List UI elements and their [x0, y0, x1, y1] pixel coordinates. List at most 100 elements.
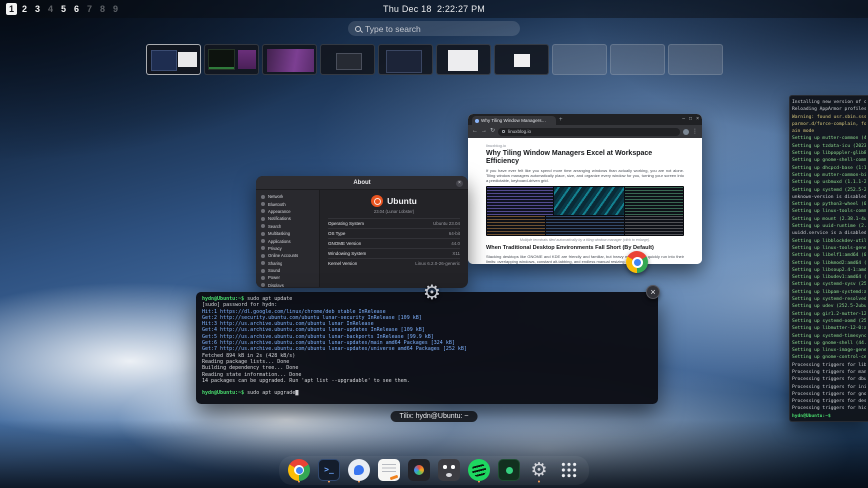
terminal-line: Setting up linux-tools-common (6.2.0-27	[792, 208, 866, 215]
workspace-number[interactable]: 2	[19, 3, 30, 15]
terminal-line: Setting up libsoup2.4-1:amd64 (2.74.3-	[792, 267, 866, 274]
back-icon[interactable]	[472, 125, 478, 138]
workspace-indicator: 1 2 3 4 5 6 7 8 9	[0, 3, 121, 15]
reload-icon[interactable]	[490, 125, 495, 138]
article-paragraph: Stacking desktops like GNOME and KDE are…	[486, 254, 684, 264]
terminal-line: Setting up gnome-control-center (1:44.	[792, 354, 866, 361]
dock-item[interactable]	[437, 459, 461, 485]
article-heading: Why Tiling Window Managers Excel at Work…	[486, 150, 684, 166]
chrome-icon	[288, 459, 310, 481]
workspace-number[interactable]: 9	[110, 3, 121, 15]
workspace-thumbnail[interactable]	[378, 44, 433, 75]
about-row: Windowing System X11	[328, 248, 460, 258]
settings-window[interactable]: About Network Bluetooth	[256, 176, 468, 288]
url-text: linuxblog.io	[508, 129, 531, 134]
dock-item[interactable]	[407, 459, 431, 485]
settings-sidebar-item[interactable]: Multitasking	[256, 230, 319, 237]
close-icon[interactable]	[696, 115, 699, 123]
settings-sidebar-item[interactable]: Appearance	[256, 208, 319, 215]
category-icon	[261, 202, 265, 206]
close-icon[interactable]	[456, 180, 463, 187]
browser-window[interactable]: Why Tiling Window Managers… + linuxblog.…	[468, 114, 702, 264]
tab-title: Why Tiling Window Managers…	[481, 118, 546, 123]
workspace-number[interactable]: 5	[58, 3, 69, 15]
dock-item[interactable]	[497, 459, 521, 485]
tilix-terminal-window[interactable]: hydn@Ubuntu:~$ sudo apt update [sudo] pa…	[196, 292, 658, 404]
terminal-line: parmor.d/force-complain, forcing compl	[792, 121, 866, 128]
workspace-thumbnail[interactable]	[262, 44, 317, 75]
minimize-icon[interactable]	[682, 115, 685, 123]
terminal-window-right[interactable]: Installing new version of config file /e…	[789, 95, 868, 422]
clock[interactable]: Thu Dec 18 2:22:27 PM	[383, 4, 485, 14]
window-title-caption: Tilix: hydn@Ubuntu: ~	[391, 411, 478, 422]
dock-item[interactable]	[287, 459, 311, 485]
settings-sidebar-item[interactable]: Notifications	[256, 215, 319, 222]
settings-sidebar-item[interactable]: Network	[256, 193, 319, 200]
workspace-number[interactable]: 6	[71, 3, 82, 15]
terminal-line: Setting up libudev1:amd64 (252.5-2ubu	[792, 274, 866, 281]
new-tab-button[interactable]: +	[559, 116, 563, 125]
category-icon	[261, 232, 265, 236]
greenapp-icon	[498, 459, 520, 481]
image-pane	[625, 187, 683, 215]
category-icon	[261, 261, 265, 265]
dock-item[interactable]	[347, 459, 371, 485]
dock-item[interactable]	[557, 459, 581, 485]
forward-icon[interactable]	[481, 125, 487, 138]
workspace-thumbnail[interactable]	[146, 44, 201, 75]
menu-icon[interactable]	[692, 128, 698, 135]
terminal-line: Setting up libpam-systemd:amd64 (252.	[792, 289, 866, 296]
settings-sidebar-item[interactable]: Sound	[256, 267, 319, 274]
settings-sidebar-item[interactable]: Power	[256, 274, 319, 281]
top-bar: 1 2 3 4 5 6 7 8 9 Thu Dec 18 2:22:27 PM	[0, 0, 868, 18]
search-icon	[355, 26, 361, 32]
terminal-line: Setting up systemd-timesyncd (252.5-2	[792, 333, 866, 340]
workspace-number[interactable]: 7	[84, 3, 95, 15]
profile-avatar[interactable]	[683, 129, 689, 135]
workspace-thumbnail[interactable]	[668, 44, 723, 75]
workspace-thumbnail[interactable]	[320, 44, 375, 75]
settings-sidebar-item[interactable]: Search	[256, 223, 319, 230]
about-row: Operating System Ubuntu 23.04	[328, 218, 460, 228]
search-input[interactable]	[365, 24, 513, 34]
settings-sidebar-item[interactable]: Displays	[256, 282, 319, 287]
workspace-number[interactable]: 4	[45, 3, 56, 15]
terminal-line: Processing triggers for desktop-file-ut	[792, 398, 866, 405]
terminal-line: Processing triggers for hicolor-icon-th	[792, 405, 866, 412]
maximize-icon[interactable]	[689, 115, 692, 123]
settings-sidebar-item[interactable]: Applications	[256, 237, 319, 244]
image-pane	[546, 216, 624, 235]
settings-sidebar-item[interactable]: Bluetooth	[256, 200, 319, 207]
address-bar[interactable]: linuxblog.io	[498, 128, 680, 136]
gimp-icon	[438, 459, 460, 481]
browser-tab[interactable]: Why Tiling Window Managers…	[472, 116, 556, 125]
dock-item[interactable]	[317, 459, 341, 485]
workspace-number[interactable]: 1	[6, 3, 17, 15]
workspace-thumbnail[interactable]	[436, 44, 491, 75]
article-image[interactable]	[486, 186, 684, 236]
workspace-thumbnail[interactable]	[204, 44, 259, 75]
dock-item[interactable]	[527, 459, 551, 485]
dock-item[interactable]	[467, 459, 491, 485]
dock-item[interactable]	[377, 459, 401, 485]
settings-sidebar-item[interactable]: Sharing	[256, 260, 319, 267]
terminal-line: Processing triggers for man-db (2.11.2-	[792, 369, 866, 376]
workspace-thumbnail[interactable]	[494, 44, 549, 75]
terminal-line: Setting up libblockdev-utils2:amd64 (2.	[792, 238, 866, 245]
window-controls	[682, 115, 699, 123]
image-pane	[625, 216, 683, 235]
search-bar[interactable]	[348, 21, 520, 36]
spotify-icon	[468, 459, 490, 481]
distro-name: Ubuntu	[387, 196, 417, 206]
settings-sidebar-item[interactable]: Privacy	[256, 245, 319, 252]
close-window-button[interactable]	[646, 285, 660, 299]
workspace-number[interactable]: 3	[32, 3, 43, 15]
workspace-number[interactable]: 8	[97, 3, 108, 15]
workspace-thumbnail[interactable]	[552, 44, 607, 75]
workspace-thumbnail[interactable]	[610, 44, 665, 75]
editor-icon	[378, 459, 400, 481]
settings-sidebar-item[interactable]: Online Accounts	[256, 252, 319, 259]
terminal-line: Setting up libkmod2:amd64 (30+2022112	[792, 260, 866, 267]
terminal-line: Setting up linux-image-generic (6.2.0.2	[792, 347, 866, 354]
settings-sidebar: Network Bluetooth Appearance Not	[256, 190, 320, 287]
